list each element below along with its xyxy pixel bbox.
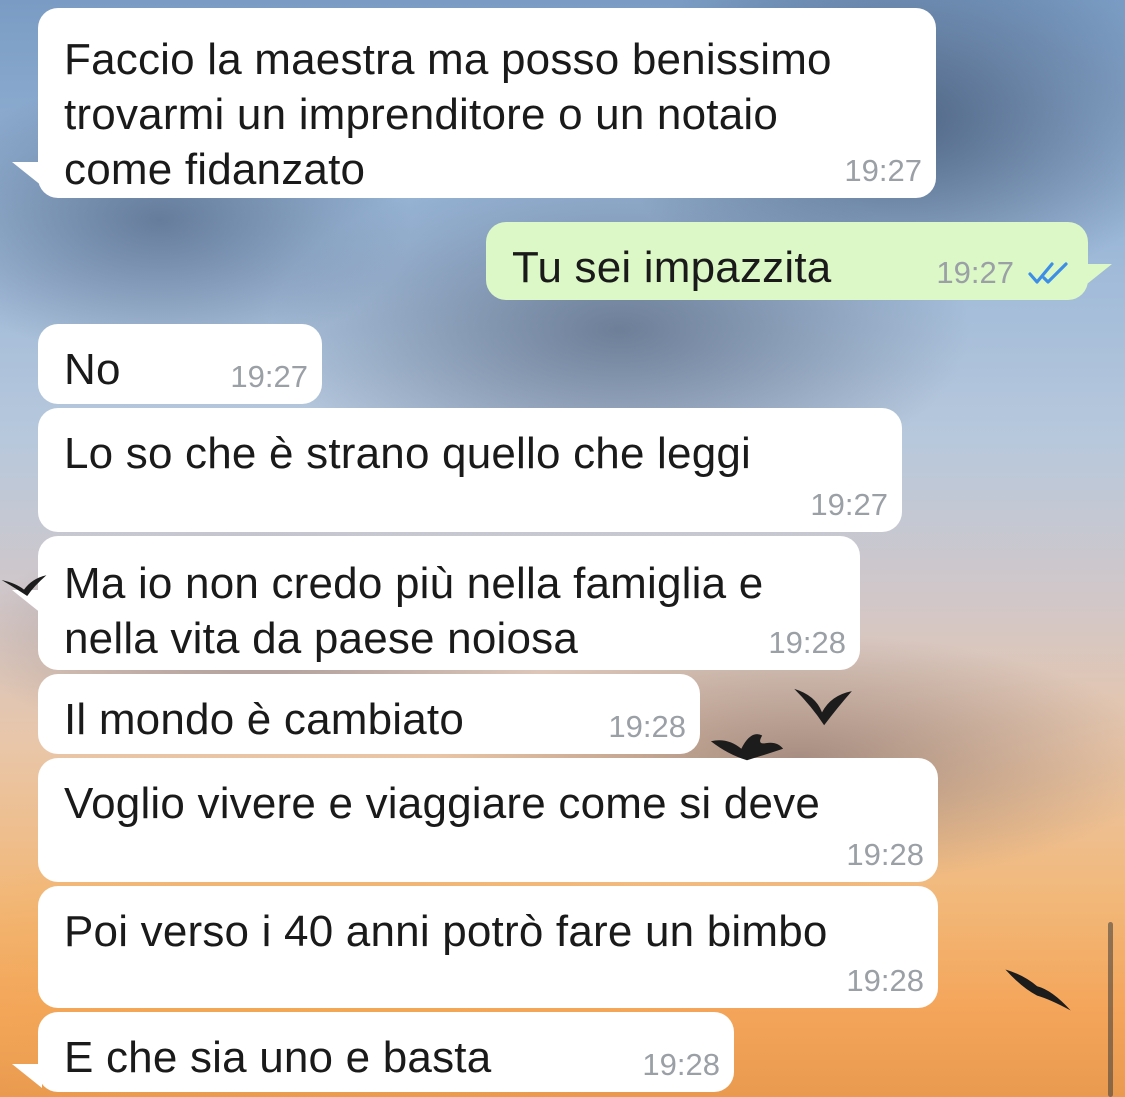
message-text: Faccio la maestra ma posso benissimo tro…	[64, 35, 832, 194]
message-bubble[interactable]: Ma io non credo più nella famiglia e nel…	[38, 536, 860, 670]
bubble-tail	[12, 162, 42, 186]
bird-silhouette-icon	[710, 734, 784, 761]
scrollbar[interactable]	[1108, 922, 1113, 1097]
message-time: 19:28	[642, 1047, 720, 1082]
message-bubble[interactable]: Faccio la maestra ma posso benissimo tro…	[38, 8, 936, 198]
message-time: 19:27	[844, 153, 922, 188]
bird-silhouette-icon	[794, 688, 852, 726]
bird-silhouette-icon	[1005, 969, 1071, 1011]
message-bubble-outgoing[interactable]: Tu sei impazzita 19:27	[486, 222, 1088, 300]
message-bubble[interactable]: Il mondo è cambiato 19:28	[38, 674, 700, 754]
message-bubble[interactable]: Voglio vivere e viaggiare come si deve 1…	[38, 758, 938, 882]
message-text: E che sia uno e basta	[64, 1033, 492, 1082]
message-time: 19:28	[846, 837, 924, 872]
message-bubble[interactable]: Lo so che è strano quello che leggi 19:2…	[38, 408, 902, 532]
chat-thread[interactable]: Faccio la maestra ma posso benissimo tro…	[0, 0, 1125, 1097]
message-time: 19:28	[608, 709, 686, 744]
message-time: 19:27	[810, 487, 888, 522]
message-text: Lo so che è strano quello che leggi	[64, 429, 752, 478]
message-text: Poi verso i 40 anni potrò fare un bimbo	[64, 907, 828, 956]
message-time: 19:28	[846, 963, 924, 998]
message-time: 19:28	[768, 625, 846, 660]
bubble-tail	[12, 1064, 42, 1088]
double-check-icon	[1028, 262, 1068, 284]
message-bubble[interactable]: E che sia uno e basta 19:28	[38, 1012, 734, 1092]
message-bubble[interactable]: Poi verso i 40 anni potrò fare un bimbo …	[38, 886, 938, 1008]
message-bubble[interactable]: No 19:27	[38, 324, 322, 404]
message-text: Il mondo è cambiato	[64, 695, 465, 744]
message-time: 19:27	[936, 255, 1014, 290]
message-text: Ma io non credo più nella famiglia e nel…	[64, 559, 764, 663]
bubble-tail-outgoing	[1082, 264, 1112, 288]
bird-silhouette-icon	[1, 575, 47, 596]
message-text: Voglio vivere e viaggiare come si deve	[64, 779, 821, 828]
message-time: 19:27	[230, 359, 308, 394]
